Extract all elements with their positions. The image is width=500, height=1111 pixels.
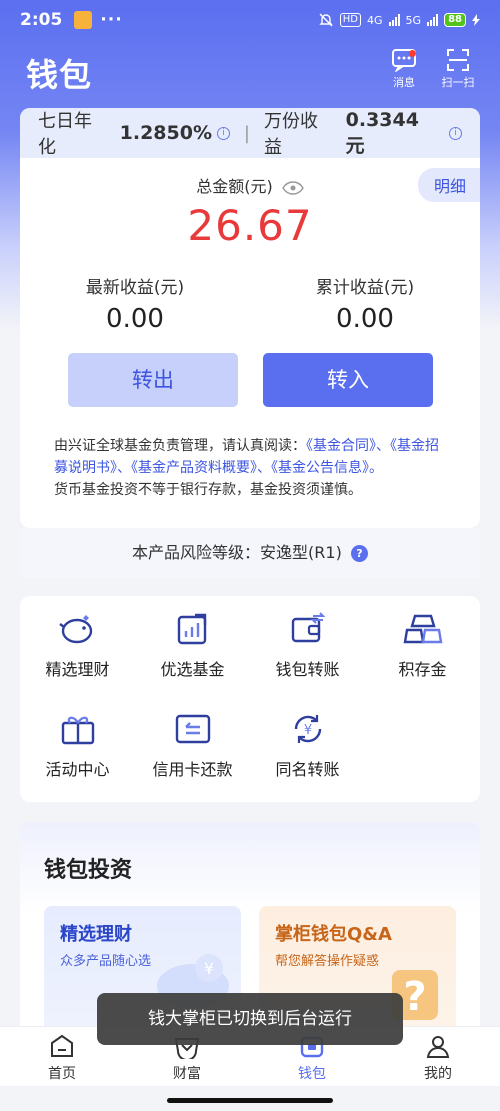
fund-contract-link[interactable]: 《基金合同》、 bbox=[306, 438, 390, 454]
scan-button[interactable]: 扫一扫 bbox=[438, 48, 478, 90]
user-icon bbox=[426, 1036, 450, 1058]
hd-badge: HD bbox=[339, 13, 362, 27]
seven-day-label: 七日年化 bbox=[38, 111, 92, 158]
status-time: 2:05 bbox=[20, 10, 63, 30]
service-label: 活动中心 bbox=[45, 760, 110, 779]
eye-icon[interactable] bbox=[281, 180, 304, 195]
more-notifications: ··· bbox=[100, 10, 123, 30]
page-title: 钱包 bbox=[26, 56, 93, 94]
message-label: 消息 bbox=[393, 76, 415, 89]
cumulative-earnings-value: 0.00 bbox=[336, 304, 394, 334]
wallet-transfer-icon bbox=[291, 612, 325, 643]
svg-text:¥: ¥ bbox=[204, 959, 214, 978]
scan-icon bbox=[447, 49, 469, 71]
network-5g: 5G bbox=[405, 13, 422, 27]
service-item-credit-card-repay[interactable]: 信用卡还款 bbox=[135, 710, 250, 780]
charging-icon bbox=[472, 14, 480, 26]
title-bar: 钱包 消息 扫一扫 bbox=[0, 40, 500, 98]
cumulative-earnings-label: 累计收益(元) bbox=[315, 278, 415, 298]
per-10k-label: 万份收益 bbox=[264, 111, 318, 158]
service-item-wallet-transfer[interactable]: 钱包转账 bbox=[250, 610, 365, 680]
promo-title: 精选理财 bbox=[60, 924, 132, 945]
toast-message: 钱大掌柜已切换到后台运行 bbox=[97, 993, 403, 1045]
nav-label: 首页 bbox=[48, 1066, 76, 1082]
service-label: 优选基金 bbox=[160, 660, 225, 679]
fund-disclaimer: 由兴证全球基金负责管理，请认真阅读：《基金合同》、《基金招募说明书》、《基金产品… bbox=[54, 435, 449, 501]
nav-label: 我的 bbox=[424, 1066, 452, 1082]
latest-earnings: 最新收益(元) 0.00 bbox=[20, 273, 250, 334]
home-icon bbox=[51, 1034, 73, 1057]
service-label: 积存金 bbox=[398, 660, 447, 679]
product-summary-link[interactable]: 《基金产品资料概要》、 bbox=[131, 460, 271, 476]
gesture-home-bar[interactable] bbox=[167, 1098, 333, 1103]
piggy-bank-icon bbox=[58, 615, 92, 644]
signal-icon bbox=[388, 14, 400, 26]
service-label: 钱包转账 bbox=[275, 660, 340, 679]
signal-icon-2 bbox=[427, 14, 439, 26]
service-label: 同名转账 bbox=[275, 760, 340, 779]
total-label-text: 总金额(元) bbox=[196, 177, 273, 196]
separator: | bbox=[243, 122, 250, 144]
network-4g: 4G bbox=[367, 13, 383, 27]
help-icon[interactable]: ? bbox=[350, 545, 368, 562]
latest-earnings-value: 0.00 bbox=[106, 304, 164, 334]
info-icon[interactable]: i bbox=[449, 126, 462, 140]
svg-text:¥: ¥ bbox=[303, 723, 311, 738]
service-label: 信用卡还款 bbox=[152, 760, 233, 779]
risk-level-label: 本产品风险等级：安逸型(R1) bbox=[132, 543, 342, 562]
app-notification-icon bbox=[74, 11, 93, 29]
gold-bars-icon bbox=[403, 614, 442, 644]
disclaimer-line2: 货币基金投资不等于银行存款，基金投资须谨慎。 bbox=[54, 482, 362, 498]
service-label: 精选理财 bbox=[45, 660, 110, 679]
wallet-summary-card: 七日年化 1.2850% i | 万份收益 0.3344 元 i 明细 总金额(… bbox=[20, 108, 480, 528]
announcement-link[interactable]: 《基金公告信息》 bbox=[271, 460, 369, 476]
total-amount-value: 26.67 bbox=[187, 201, 313, 250]
scan-label: 扫一扫 bbox=[441, 76, 475, 89]
status-bar: 2:05 ··· HD 4G 5G 88 bbox=[0, 0, 500, 40]
gift-icon bbox=[61, 716, 94, 745]
chart-icon bbox=[177, 613, 206, 645]
mute-icon bbox=[319, 13, 333, 27]
message-button[interactable]: 消息 bbox=[384, 48, 424, 90]
promo-title: 掌柜钱包Q&A bbox=[275, 924, 392, 945]
transfer-in-button[interactable]: 转入 bbox=[263, 353, 433, 407]
service-item-same-name-transfer[interactable]: ¥ 同名转账 bbox=[250, 710, 365, 780]
total-amount-label: 总金额(元) bbox=[20, 173, 480, 197]
latest-earnings-label: 最新收益(元) bbox=[85, 278, 185, 298]
yield-bar: 七日年化 1.2850% i | 万份收益 0.3344 元 i bbox=[20, 108, 480, 158]
info-icon[interactable]: i bbox=[216, 126, 230, 140]
nav-label: 钱包 bbox=[298, 1066, 326, 1082]
service-item-preferred-funds[interactable]: 优选基金 bbox=[135, 610, 250, 680]
section-title: 钱包投资 bbox=[44, 858, 133, 883]
service-item-gold-savings[interactable]: 积存金 bbox=[365, 610, 480, 680]
yuan-cycle-icon: ¥ bbox=[294, 715, 321, 743]
service-item-selected-wealth[interactable]: 精选理财 bbox=[20, 610, 135, 680]
disclaimer-prefix: 由兴证全球基金负责管理，请认真阅读： bbox=[54, 438, 306, 454]
nav-mine[interactable]: 我的 bbox=[388, 1031, 488, 1083]
risk-level-bar: 本产品风险等级：安逸型(R1) ? bbox=[20, 528, 480, 578]
services-grid: 精选理财 优选基金 钱包转账 积存金 活动中心 信用卡还款 ¥ 同名转账 bbox=[20, 596, 480, 802]
svg-text:?: ? bbox=[403, 974, 426, 1020]
cumulative-earnings: 累计收益(元) 0.00 bbox=[250, 273, 480, 334]
credit-card-icon bbox=[175, 714, 210, 744]
service-item-activity-center[interactable]: 活动中心 bbox=[20, 710, 135, 780]
battery-level: 88 bbox=[444, 13, 466, 27]
nav-label: 财富 bbox=[173, 1066, 201, 1082]
disclaimer-end-mark: 。 bbox=[369, 460, 383, 476]
status-right: HD 4G 5G 88 bbox=[318, 12, 480, 28]
per-10k-value: 0.3344 元 bbox=[345, 108, 419, 157]
unread-dot bbox=[409, 50, 416, 57]
transfer-out-button[interactable]: 转出 bbox=[68, 353, 238, 407]
seven-day-value: 1.2850% bbox=[119, 122, 212, 144]
